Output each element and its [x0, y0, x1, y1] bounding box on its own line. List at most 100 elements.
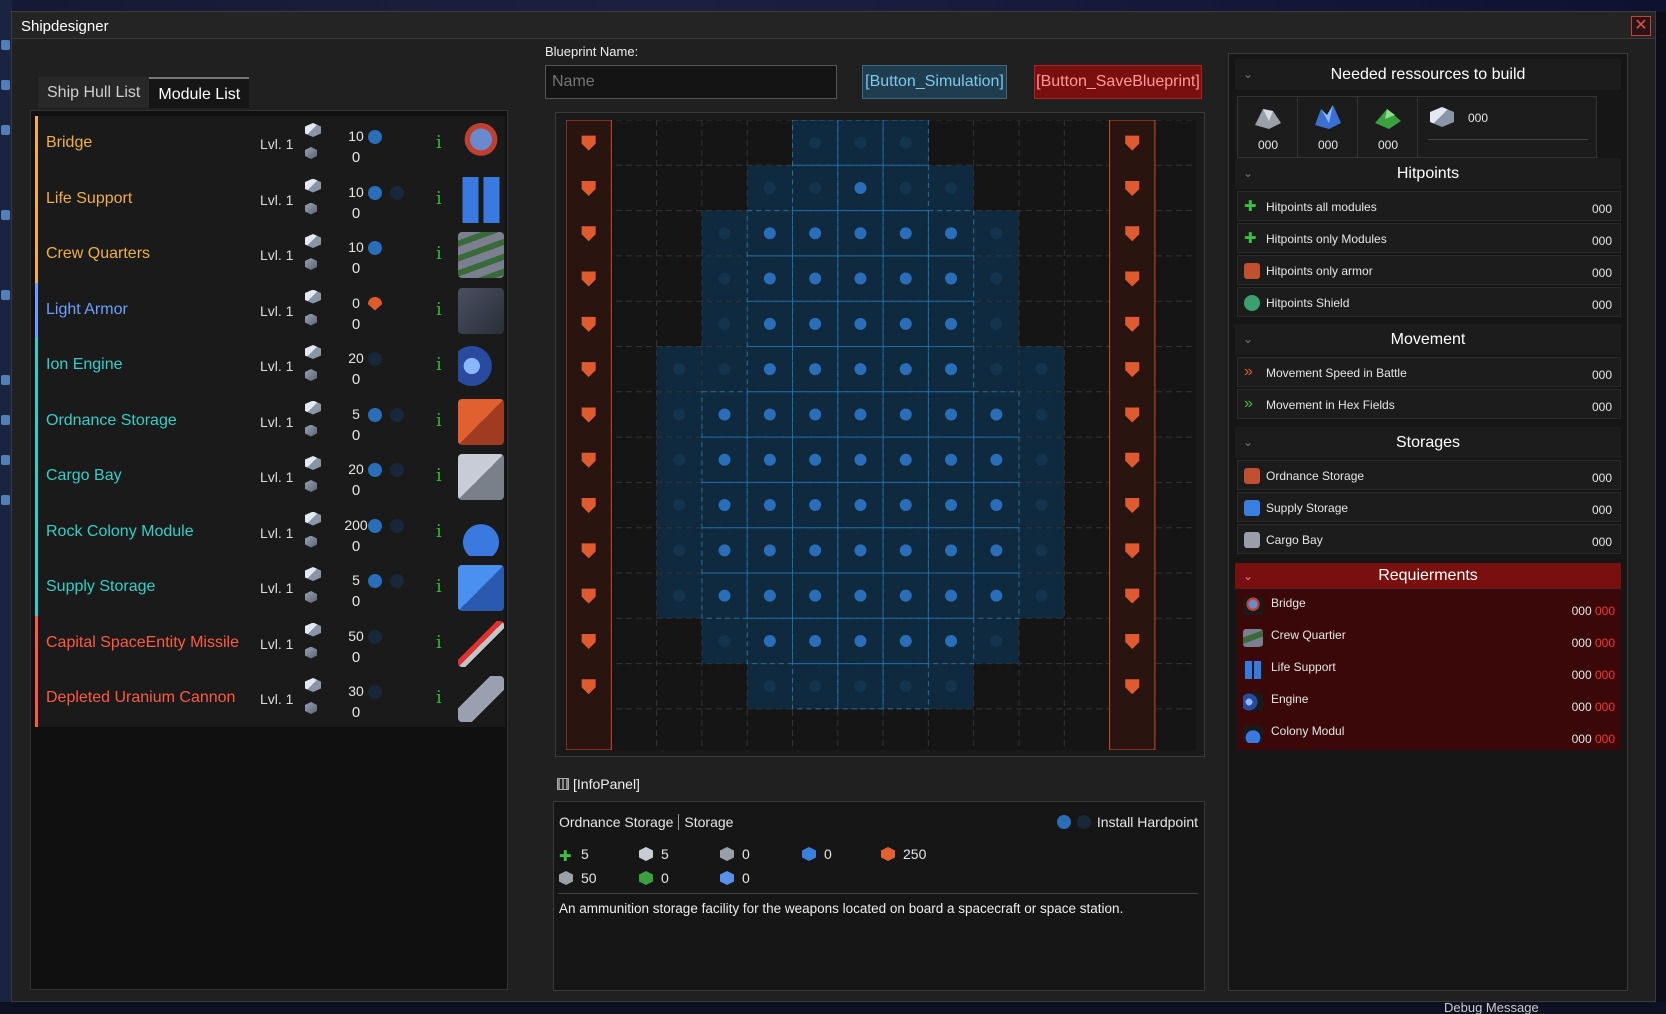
hardpoint-slot-empty-icon[interactable] [899, 181, 912, 194]
module-row-ion-engine[interactable]: Ion Engine Lvl. 1 20 0 i [35, 338, 505, 394]
hardpoint-slot-icon[interactable] [990, 589, 1003, 602]
close-button[interactable]: ✕ [1631, 16, 1651, 36]
hardpoint-slot-empty-icon[interactable] [990, 272, 1003, 285]
hardpoint-slot-empty-icon[interactable] [945, 680, 958, 693]
hardpoint-slot-icon[interactable] [899, 499, 912, 512]
hardpoint-slot-empty-icon[interactable] [763, 181, 776, 194]
hardpoint-slot-empty-icon[interactable] [1035, 589, 1048, 602]
module-row-crew-quarters[interactable]: Crew Quarters Lvl. 1 10 0 i [35, 227, 505, 283]
hardpoint-slot-icon[interactable] [718, 499, 731, 512]
info-icon[interactable]: i [436, 632, 442, 653]
hardpoint-slot-icon[interactable] [809, 589, 822, 602]
hardpoint-slot-empty-icon[interactable] [1035, 499, 1048, 512]
module-row-rock-colony-module[interactable]: Rock Colony Module Lvl. 1 200 0 i [35, 504, 505, 561]
hardpoint-slot-icon[interactable] [899, 227, 912, 240]
sidebar-icon[interactable] [1, 80, 10, 90]
info-icon[interactable]: i [436, 188, 442, 209]
hardpoint-slot-empty-icon[interactable] [673, 408, 686, 421]
tab-ship-hull-list[interactable]: Ship Hull List [38, 77, 150, 108]
hardpoint-slot-icon[interactable] [854, 227, 867, 240]
info-icon[interactable]: i [436, 687, 442, 708]
hardpoint-slot-icon[interactable] [809, 544, 822, 557]
hardpoint-slot-icon[interactable] [990, 544, 1003, 557]
hardpoint-slot-empty-icon[interactable] [1035, 453, 1048, 466]
hardpoint-slot-icon[interactable] [899, 634, 912, 647]
hardpoint-slot-icon[interactable] [763, 363, 776, 376]
hardpoint-slot-icon[interactable] [763, 227, 776, 240]
sidebar-icon[interactable] [1, 495, 10, 505]
hardpoint-slot-icon[interactable] [990, 408, 1003, 421]
hardpoint-slot-icon[interactable] [945, 589, 958, 602]
hardpoint-slot-icon[interactable] [763, 589, 776, 602]
module-row-light-armor[interactable]: Light Armor Lvl. 1 0 0 i [35, 282, 505, 339]
hardpoint-slot-icon[interactable] [945, 408, 958, 421]
storages-header[interactable]: ⌄ Storages [1235, 427, 1621, 458]
needed-resources-header[interactable]: ⌄ Needed ressources to build [1235, 59, 1621, 90]
hardpoint-slot-icon[interactable] [718, 453, 731, 466]
hardpoint-slot-icon[interactable] [945, 317, 958, 330]
sidebar-icon[interactable] [1, 125, 10, 135]
hardpoint-slot-icon[interactable] [763, 408, 776, 421]
hardpoint-slot-icon[interactable] [990, 499, 1003, 512]
info-icon[interactable]: i [436, 132, 442, 153]
info-icon[interactable]: i [436, 576, 442, 597]
hardpoint-slot-empty-icon[interactable] [673, 589, 686, 602]
hardpoint-slot-icon[interactable] [990, 453, 1003, 466]
save-blueprint-button[interactable]: [Button_SaveBlueprint] [1034, 65, 1202, 99]
hardpoint-slot-icon[interactable] [899, 272, 912, 285]
hardpoint-slot-empty-icon[interactable] [718, 634, 731, 647]
hardpoint-slot-icon[interactable] [763, 272, 776, 285]
hardpoint-slot-empty-icon[interactable] [809, 181, 822, 194]
hardpoint-slot-icon[interactable] [854, 634, 867, 647]
hardpoint-slot-icon[interactable] [809, 363, 822, 376]
hardpoint-slot-empty-icon[interactable] [718, 227, 731, 240]
hardpoint-slot-icon[interactable] [763, 453, 776, 466]
module-row-life-support[interactable]: Life Support Lvl. 1 10 0 i [35, 171, 505, 228]
module-row-depleted-uranium-cannon[interactable]: Depleted Uranium Cannon Lvl. 1 30 0 i [35, 671, 505, 727]
hardpoint-slot-empty-icon[interactable] [990, 634, 1003, 647]
hardpoint-slot-icon[interactable] [899, 453, 912, 466]
hardpoint-slot-icon[interactable] [718, 408, 731, 421]
hull-grid-canvas[interactable] [566, 120, 1196, 750]
sidebar-icon[interactable] [1, 290, 10, 300]
hardpoint-slot-icon[interactable] [809, 227, 822, 240]
hardpoint-slot-empty-icon[interactable] [945, 181, 958, 194]
hardpoint-slot-empty-icon[interactable] [673, 499, 686, 512]
hardpoint-slot-empty-icon[interactable] [899, 136, 912, 149]
hardpoint-slot-empty-icon[interactable] [673, 544, 686, 557]
hardpoint-slot-icon[interactable] [899, 544, 912, 557]
hardpoint-slot-icon[interactable] [854, 544, 867, 557]
hardpoint-slot-icon[interactable] [899, 408, 912, 421]
hardpoint-slot-empty-icon[interactable] [718, 363, 731, 376]
hardpoint-slot-icon[interactable] [809, 272, 822, 285]
hardpoint-slot-icon[interactable] [945, 453, 958, 466]
hardpoint-slot-empty-icon[interactable] [1035, 408, 1048, 421]
hardpoint-slot-icon[interactable] [945, 272, 958, 285]
hardpoint-slot-empty-icon[interactable] [854, 680, 867, 693]
sidebar-icon[interactable] [1, 375, 10, 385]
hardpoint-slot-icon[interactable] [854, 589, 867, 602]
hardpoint-slot-icon[interactable] [718, 589, 731, 602]
hardpoint-slot-icon[interactable] [945, 227, 958, 240]
hardpoint-slot-empty-icon[interactable] [990, 317, 1003, 330]
sidebar-icon[interactable] [1, 455, 10, 465]
module-row-ordnance-storage[interactable]: Ordnance Storage Lvl. 1 5 0 i [35, 393, 505, 450]
hardpoint-slot-empty-icon[interactable] [673, 453, 686, 466]
hardpoint-slot-icon[interactable] [854, 181, 867, 194]
hardpoint-slot-empty-icon[interactable] [990, 227, 1003, 240]
module-row-supply-storage[interactable]: Supply Storage Lvl. 1 5 0 i [35, 560, 505, 616]
hardpoint-slot-icon[interactable] [763, 634, 776, 647]
hardpoint-slot-icon[interactable] [945, 499, 958, 512]
module-row-capital-spaceentity-missile[interactable]: Capital SpaceEntity Missile Lvl. 1 50 0 i [35, 615, 505, 672]
hardpoint-slot-empty-icon[interactable] [990, 363, 1003, 376]
hardpoint-slot-icon[interactable] [945, 544, 958, 557]
info-icon[interactable]: i [436, 243, 442, 264]
hitpoints-header[interactable]: ⌄ Hitpoints [1235, 158, 1621, 189]
hardpoint-slot-icon[interactable] [809, 453, 822, 466]
info-icon[interactable]: i [436, 354, 442, 375]
hardpoint-slot-empty-icon[interactable] [1035, 363, 1048, 376]
hardpoint-slot-icon[interactable] [854, 272, 867, 285]
sidebar-icon[interactable] [1, 40, 10, 50]
hardpoint-slot-icon[interactable] [899, 317, 912, 330]
hardpoint-slot-empty-icon[interactable] [854, 136, 867, 149]
